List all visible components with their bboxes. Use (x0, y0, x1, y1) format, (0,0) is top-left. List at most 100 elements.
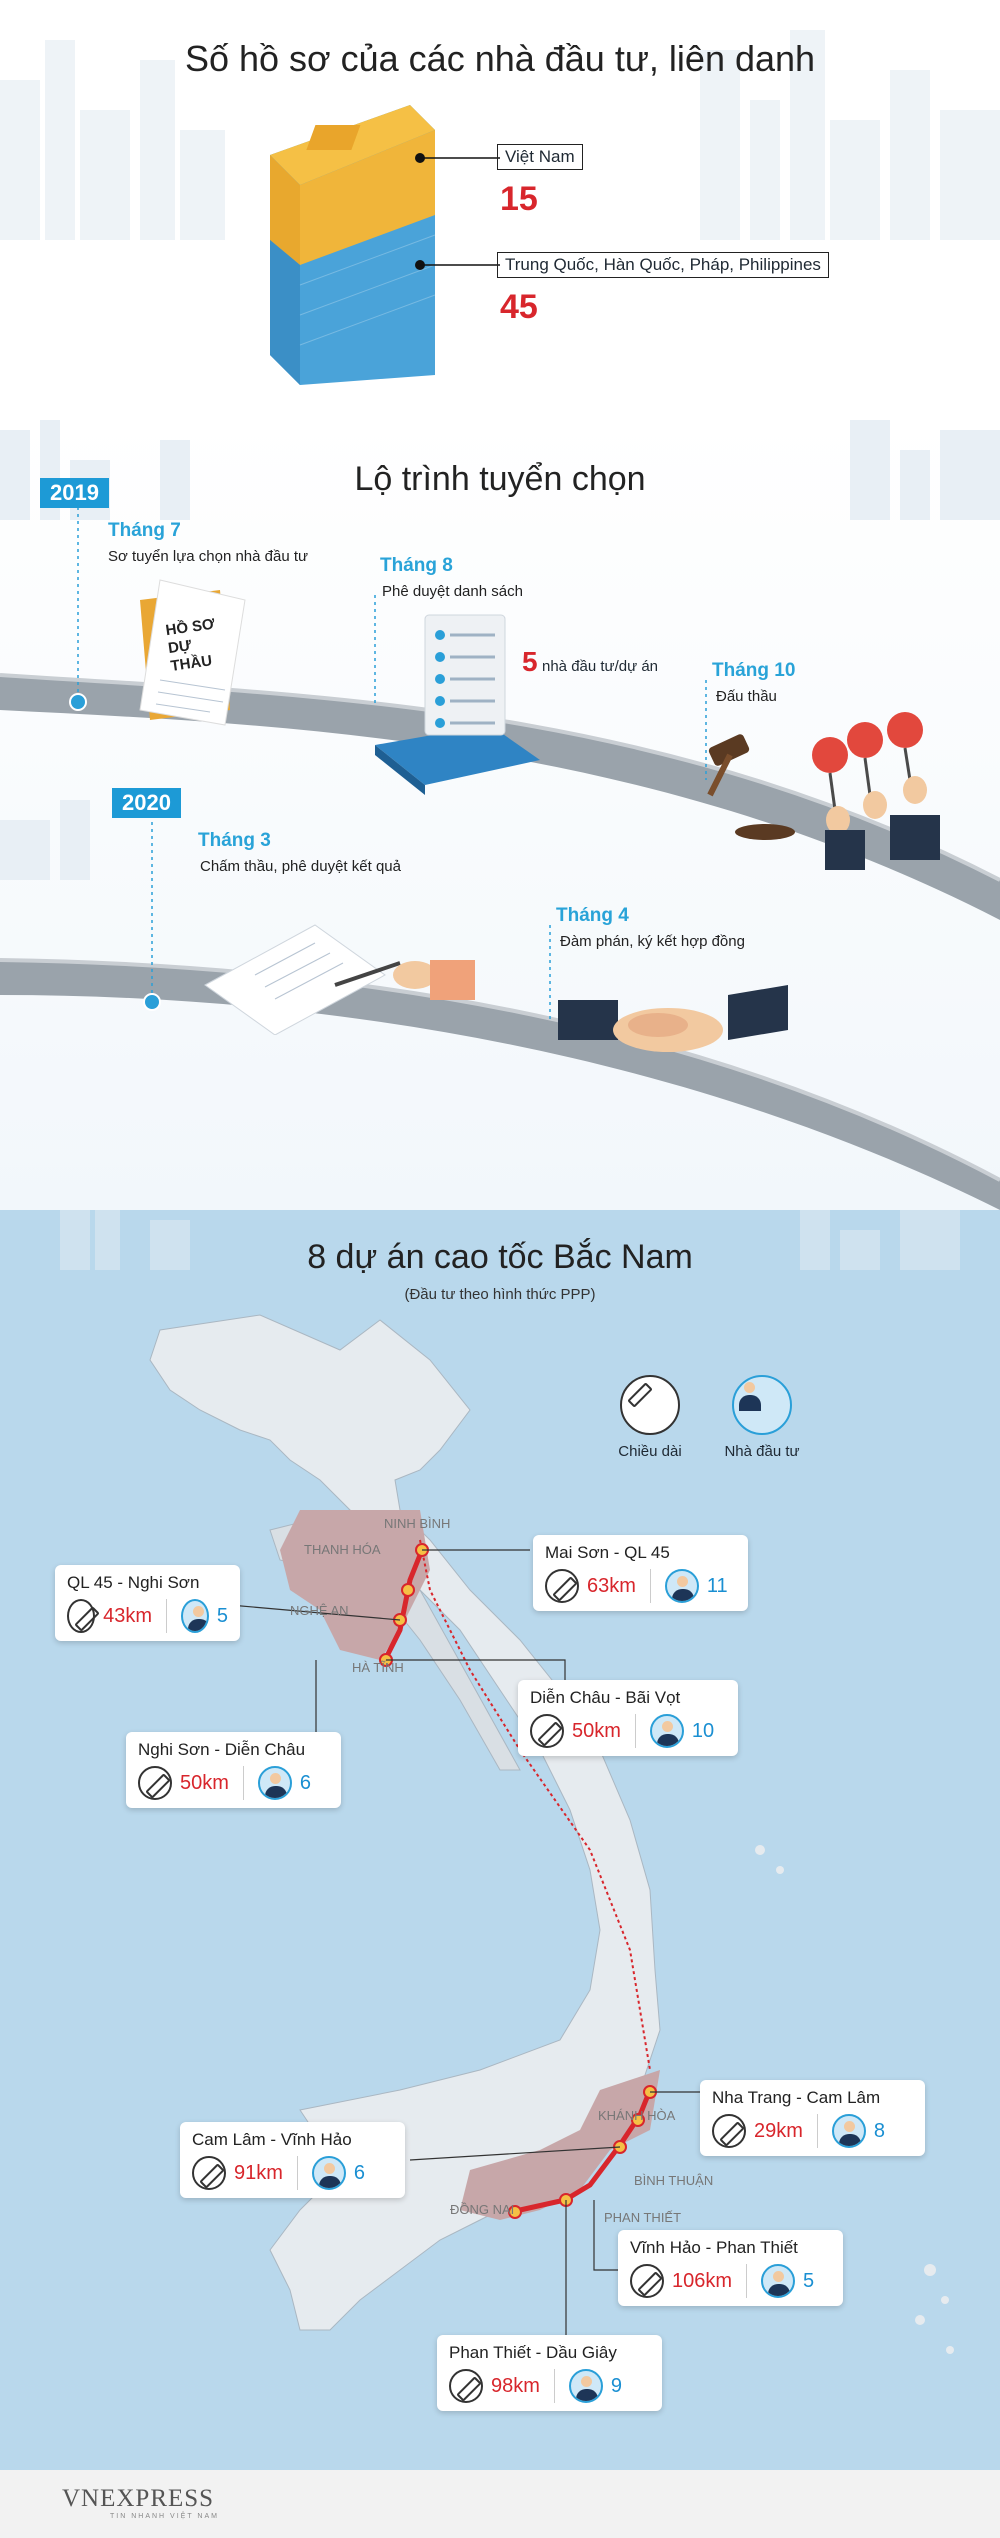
province-dong-nai: ĐỒNG NAI (450, 2202, 515, 2217)
project-length: 29km (754, 2119, 803, 2142)
project-length: 50km (572, 1719, 621, 1742)
divider (165, 1599, 167, 1633)
divider (296, 2156, 298, 2190)
divider (553, 2369, 555, 2403)
handshake-illustration (558, 985, 788, 1052)
investor-icon (664, 1569, 699, 1603)
step-desc-apr: Đàm phán, ký kết hợp đồng (560, 933, 745, 950)
province-thanh-hoa: THANH HÓA (304, 1542, 381, 1557)
project-investors: 6 (299, 1771, 312, 1794)
section-investor-dossiers: Số hồ sơ của các nhà đầu tư, liên danh V… (0, 0, 1000, 420)
dossier-label: HỒ SƠ DỰ THẦU (164, 615, 216, 675)
page-title: Số hồ sơ của các nhà đầu tư, liên danh (184, 38, 816, 79)
project-investors: 5 (803, 2269, 815, 2292)
brand-tagline: TIN NHANH VIỆT NAM (110, 2513, 219, 2520)
shortlist-label: nhà đầu tư/dự án (542, 658, 659, 675)
step-desc-mar: Chấm thầu, phê duyệt kết quả (200, 858, 401, 875)
project-name: Diễn Châu - Bãi Vọt (530, 1688, 681, 1707)
legend-investor: Nhà đầu tư (712, 1375, 812, 1460)
divider (816, 2114, 818, 2148)
project-length: 63km (587, 1574, 636, 1597)
project-card-ql45-nghi-son[interactable]: QL 45 - Nghi Sơn 43km 5 (55, 1565, 240, 1641)
project-investors: 5 (216, 1604, 228, 1627)
divider (634, 1714, 636, 1748)
province-khanh-hoa: KHÁNH HÒA (598, 2108, 676, 2123)
length-icon (712, 2114, 746, 2148)
divider (746, 2264, 748, 2298)
project-length: 43km (103, 1604, 152, 1627)
group-count-vietnam: 15 (500, 180, 538, 218)
year-badge-2020: 2020 (112, 788, 181, 818)
project-investors: 11 (706, 1574, 728, 1597)
project-length: 50km (180, 1771, 229, 1794)
shortlist-count: 5 (522, 646, 538, 677)
divider (242, 1766, 244, 1800)
length-icon (192, 2156, 226, 2190)
step-month-apr: Tháng 4 (556, 905, 629, 926)
project-card-nghi-son-dien-chau[interactable]: Nghi Sơn - Diễn Châu 50km 6 (126, 1732, 341, 1808)
group-label-foreign: Trung Quốc, Hàn Quốc, Pháp, Philippines (497, 252, 829, 278)
length-icon (545, 1569, 579, 1603)
length-icon (630, 2264, 664, 2298)
investor-icon (311, 2156, 346, 2190)
project-name: Nghi Sơn - Diễn Châu (138, 1740, 306, 1759)
length-icon (138, 1766, 172, 1800)
project-card-nha-trang-cam-lam[interactable]: Nha Trang - Cam Lâm 29km 8 (700, 2080, 925, 2156)
signing-document-illustration (204, 924, 475, 1035)
investor-icon (568, 2369, 603, 2403)
investor-icon (732, 1375, 792, 1435)
project-investors: 9 (610, 2374, 623, 2397)
project-length: 98km (491, 2374, 540, 2397)
project-length: 106km (672, 2269, 733, 2292)
investor-icon (180, 1599, 209, 1633)
project-name: QL 45 - Nghi Sơn (67, 1573, 200, 1592)
project-card-vinh-hao-phan-thiet[interactable]: Vĩnh Hảo - Phan Thiết 106km 5 (618, 2230, 843, 2306)
divider (649, 1569, 651, 1603)
step-desc-jul: Sơ tuyển lựa chọn nhà đầu tư (108, 548, 309, 565)
step-desc-oct: Đấu thầu (716, 688, 777, 705)
length-icon (449, 2369, 483, 2403)
section-projects-map: 8 dự án cao tốc Bắc Nam (Đầu tư theo hìn… (0, 1210, 1000, 2470)
province-ha-tinh: HÀ TĨNH (352, 1660, 404, 1675)
project-name: Nha Trang - Cam Lâm (712, 2088, 881, 2107)
map-background (0, 1210, 1000, 2470)
brand-logo: VNEXPRESS TIN NHANH VIỆT NAM (62, 2486, 219, 2520)
footer: VNEXPRESS TIN NHANH VIỆT NAM (0, 2470, 1000, 2538)
group-count-foreign: 45 (500, 288, 538, 326)
approved-list-illustration (375, 614, 540, 795)
auction-gavel-illustration (707, 712, 940, 870)
project-card-cam-lam-vinh-hao[interactable]: Cam Lâm - Vĩnh Hảo 91km 6 (180, 2122, 405, 2198)
year-badge-2019: 2019 (40, 478, 109, 508)
province-phan-thiet: PHAN THIẾT (604, 2210, 682, 2225)
section-timeline: Lộ trình tuyển chọn 2019 2020 Tháng 7 Sơ… (0, 420, 1000, 1210)
investor-icon (831, 2114, 866, 2148)
project-length: 91km (234, 2161, 283, 2184)
legend-investor-label: Nhà đầu tư (724, 1443, 800, 1460)
project-investors: 6 (353, 2161, 366, 2184)
investor-icon (649, 1714, 684, 1748)
projects-title: 8 dự án cao tốc Bắc Nam (307, 1238, 693, 1276)
ruler-gauge-icon (620, 1375, 680, 1435)
group-label-vietnam: Việt Nam (497, 144, 583, 170)
investor-icon (257, 1766, 292, 1800)
length-icon (530, 1714, 564, 1748)
project-card-phan-thiet-dau-giay[interactable]: Phan Thiết - Dầu Giây 98km 9 (437, 2335, 662, 2411)
length-icon (67, 1599, 96, 1633)
project-card-mai-son-ql45[interactable]: Mai Sơn - QL 45 63km 11 (533, 1535, 748, 1611)
project-name: Phan Thiết - Dầu Giây (449, 2343, 617, 2362)
brand-logo-text: VNEXPRESS (62, 2485, 215, 2512)
province-ninh-binh: NINH BÌNH (384, 1516, 451, 1531)
timeline-title: Lộ trình tuyển chọn (354, 460, 646, 498)
province-binh-thuan: BÌNH THUẬN (634, 2173, 714, 2188)
province-nghe-an: NGHỆ AN (290, 1603, 349, 1618)
step-month-aug: Tháng 8 (380, 555, 453, 576)
step-desc-aug: Phê duyệt danh sách (382, 583, 523, 600)
legend-length-label: Chiều dài (618, 1443, 682, 1460)
legend-length: Chiều dài (610, 1375, 690, 1460)
step-month-mar: Tháng 3 (198, 830, 271, 851)
project-name: Vĩnh Hảo - Phan Thiết (630, 2238, 798, 2257)
step-month-oct: Tháng 10 (712, 660, 796, 681)
projects-subtitle: (Đầu tư theo hình thức PPP) (404, 1286, 596, 1303)
project-card-dien-chau-bai-vot[interactable]: Diễn Châu - Bãi Vọt 50km 10 (518, 1680, 738, 1756)
step-month-jul: Tháng 7 (108, 520, 181, 541)
